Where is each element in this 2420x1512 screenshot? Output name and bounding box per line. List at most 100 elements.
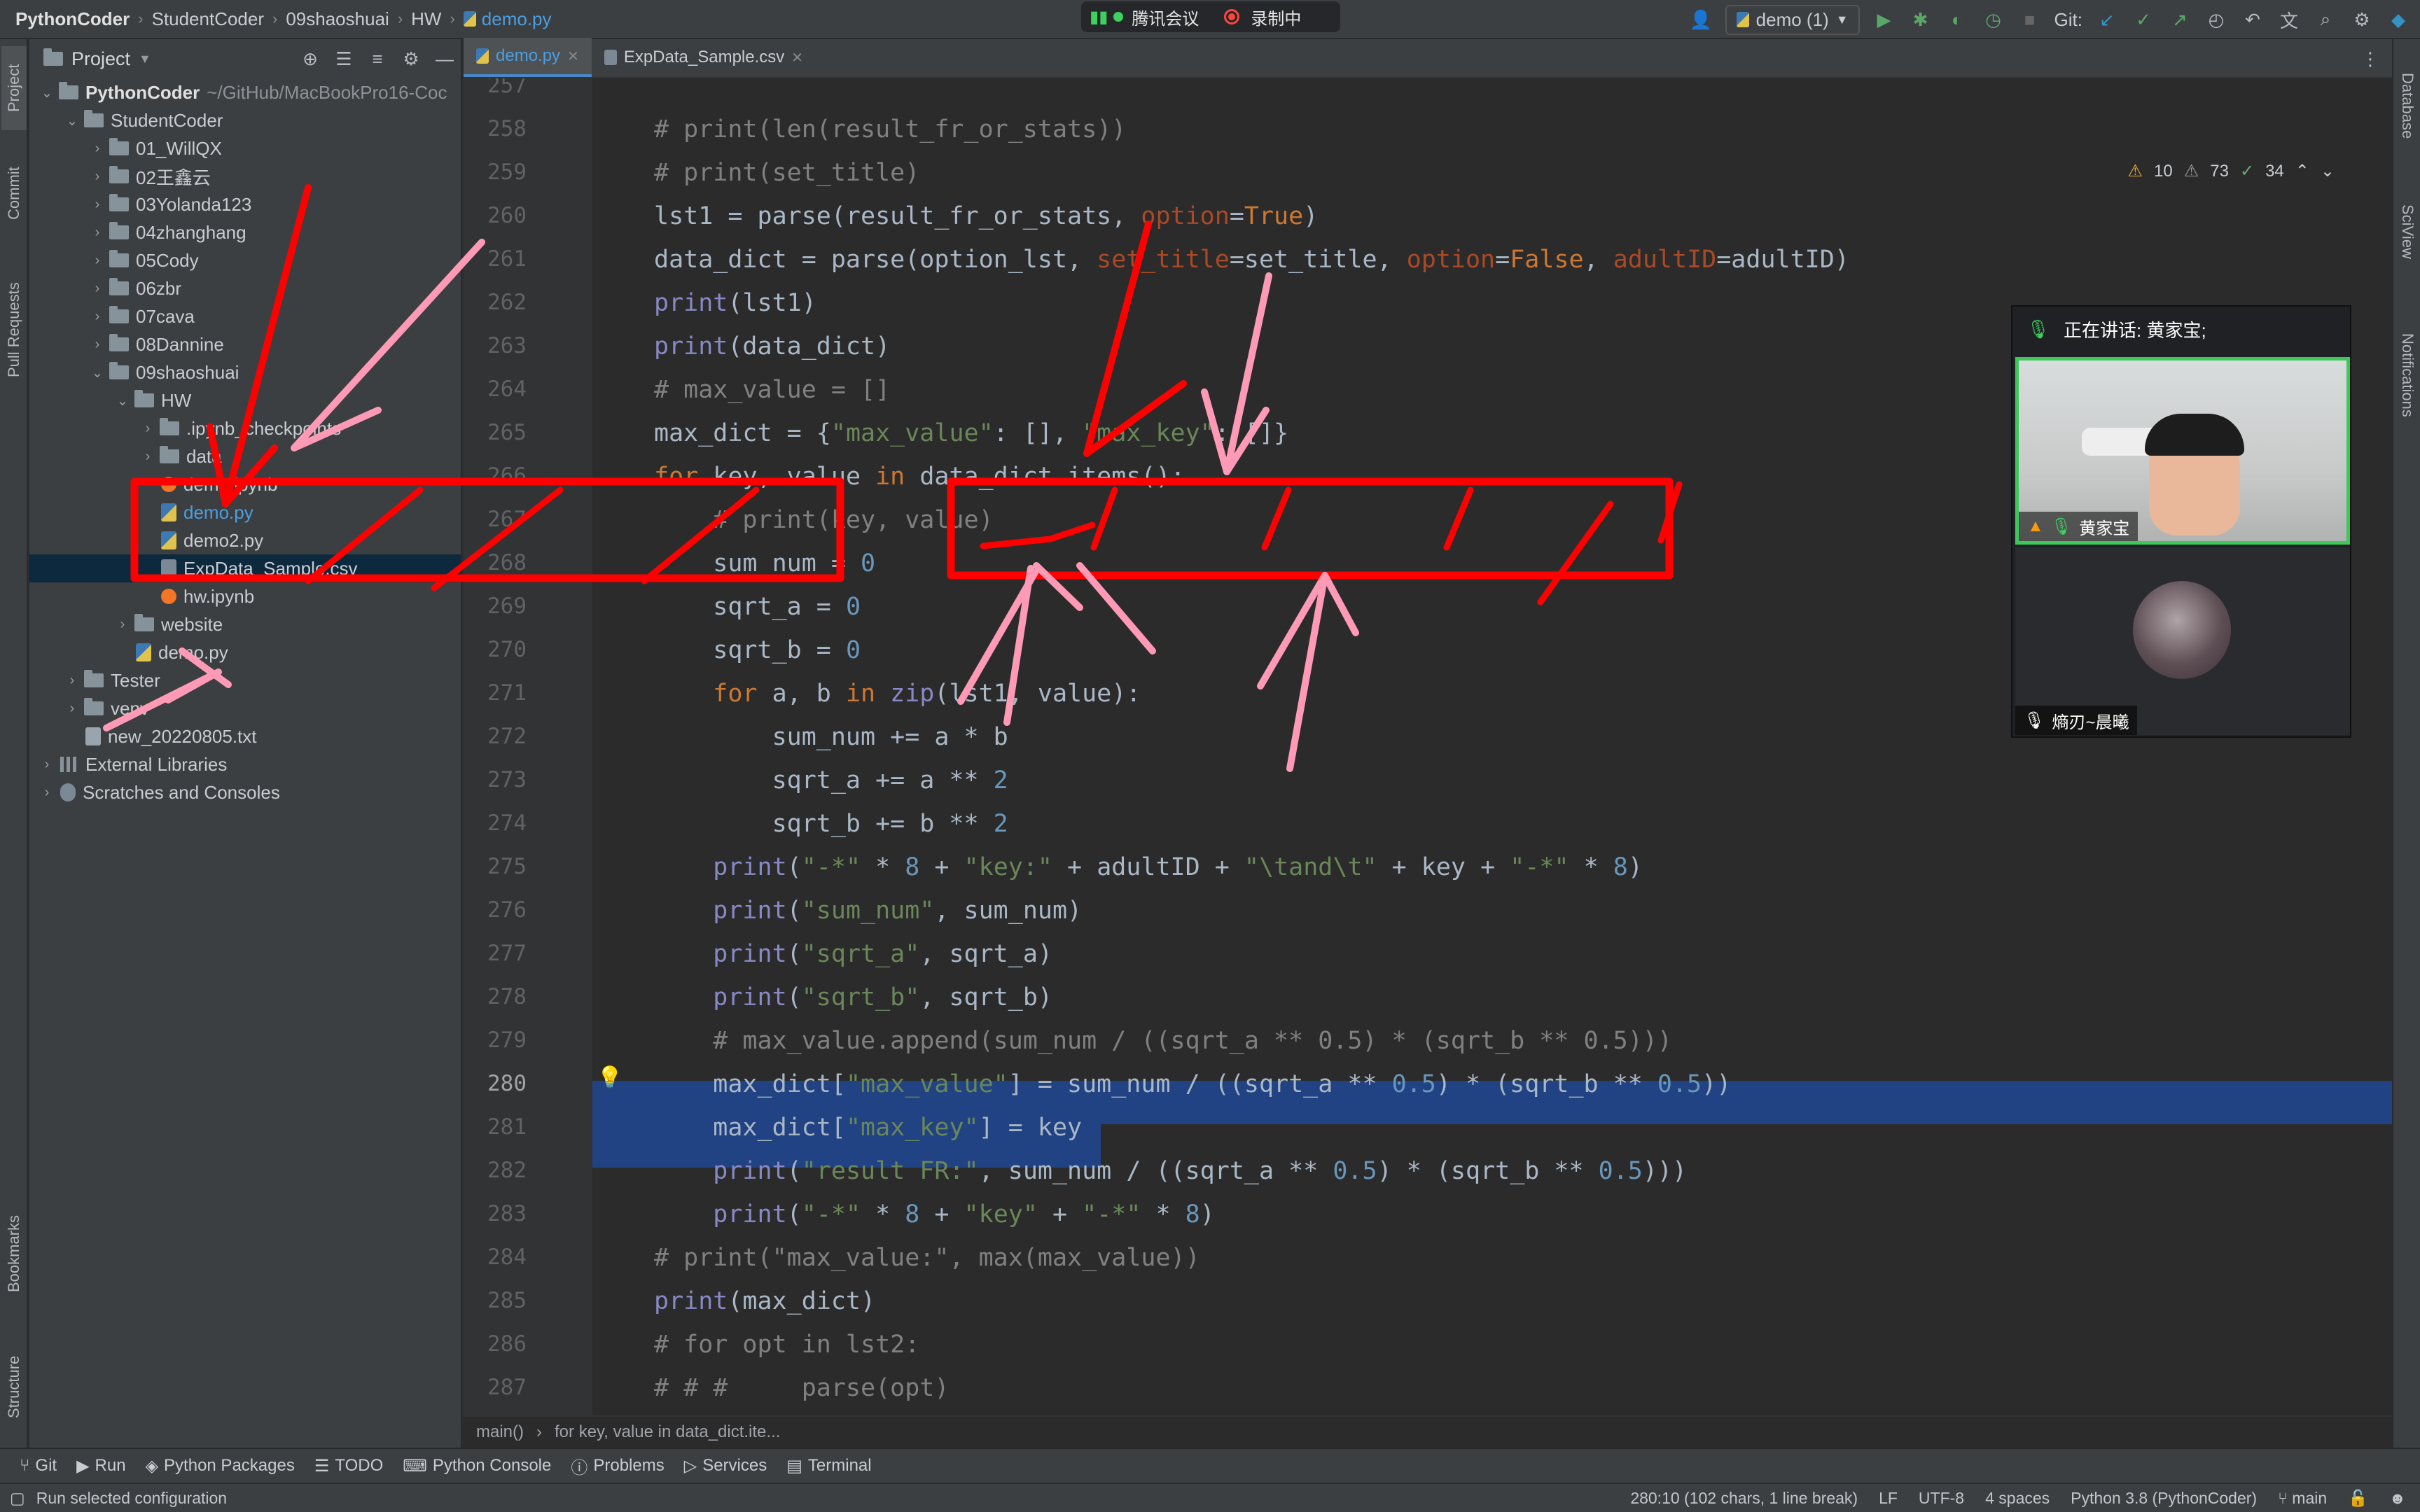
code-line[interactable]: # for opt in lst2: [654,1323,919,1366]
tool-services[interactable]: ▷ Services [684,1456,767,1476]
gear-icon[interactable]: ⚙ [2350,8,2374,31]
code-line[interactable]: sqrt_a = 0 [654,585,861,629]
tree-item[interactable]: › data [29,442,461,470]
tree-item[interactable]: › External Libraries [29,750,461,778]
python-interpreter[interactable]: Python 3.8 (PythonCoder) [2071,1489,2257,1508]
code-line[interactable]: # # # parse(opt) [654,1366,949,1410]
line-separator[interactable]: LF [1879,1489,1898,1508]
breadcrumb-item[interactable]: HW [411,8,441,30]
code-line[interactable]: print("-*" * 8 + "key" + "-*" * 8) [654,1193,1215,1236]
git-branch[interactable]: ⑂ main [2278,1489,2327,1508]
hide-icon[interactable]: — [433,47,457,71]
meeting-status-bar[interactable]: ▮▮ 腾讯会议 录制中 [1081,1,1340,32]
gear-icon[interactable]: ⚙ [399,47,423,71]
code-line[interactable]: sqrt_a += a ** 2 [654,759,1008,802]
ide-logo-icon[interactable]: ◆ [2386,8,2410,31]
tree-item[interactable]: › 05Cody [29,246,461,274]
breadcrumb-item[interactable]: 09shaoshuai [286,8,389,30]
tree-item[interactable]: demo.py [29,638,461,666]
tab-structure[interactable]: Structure [1,1334,27,1439]
code-line[interactable]: sum_num += a * b [654,715,1008,759]
coverage-icon[interactable]: ◐ [1945,8,1969,31]
tree-item[interactable]: hw.ipynb [29,582,461,610]
code-line[interactable]: print(max_dict) [654,1280,875,1323]
code-line[interactable]: sqrt_b += b ** 2 [654,802,1008,846]
tree-item[interactable]: › 03Yolanda123 [29,190,461,218]
code-line[interactable]: for a, b in zip(lst1, value): [654,672,1141,715]
code-line[interactable]: # print(key, value) [654,498,993,542]
tree-item[interactable]: ⌄ StudentCoder [29,106,461,134]
lightbulb-icon[interactable]: 💡 [597,1065,623,1089]
code-line[interactable]: # max_value = [] [654,368,890,412]
code-line[interactable]: data_dict = parse(option_lst, set_title=… [654,238,1849,281]
git-push-icon[interactable]: ↗ [2168,8,2192,31]
run-configuration-select[interactable]: demo (1) ▼ [1725,4,1860,35]
code-line[interactable]: # print(len(result_fr_or_stats)) [654,108,1126,151]
breadcrumb-item[interactable]: PythonCoder [15,8,130,30]
tree-item[interactable]: › Scratches and Consoles [29,778,461,806]
tree-item[interactable]: › website [29,610,461,638]
chevron-down-icon[interactable]: ▼ [139,52,151,66]
video-conference-panel[interactable]: 🎙 正在讲话: 黄家宝; ▲ 🎙 黄家宝 🎙 熵刃~晨曦 [2011,305,2351,738]
tool-problems[interactable]: ⓘ Problems [571,1454,664,1478]
tree-item[interactable]: › .ipynb_checkpoints [29,414,461,442]
tab-demo-py[interactable]: demo.py ✕ [464,38,592,77]
tab-notifications[interactable]: Notifications [2395,305,2420,445]
git-commit-icon[interactable]: ✓ [2132,8,2155,31]
tab-bookmarks[interactable]: Bookmarks [1,1201,27,1306]
status-square-icon[interactable]: ▢ [10,1489,25,1508]
git-update-icon[interactable]: ↙ [2095,8,2119,31]
tree-item[interactable]: demo2.py [29,526,461,554]
tool-todo[interactable]: ☰ TODO [314,1456,383,1476]
tab-expdata-csv[interactable]: ExpData_Sample.csv ✕ [592,38,816,77]
tree-item[interactable]: › Tester [29,666,461,694]
code-line[interactable]: max_dict = {"max_value": [], "max_key": … [654,412,1288,455]
file-encoding[interactable]: UTF-8 [1919,1489,1964,1508]
breadcrumb-item[interactable]: demo.py [482,8,552,30]
collapse-all-icon[interactable]: ≡ [366,47,389,71]
locate-icon[interactable]: ⊕ [298,47,322,71]
debug-icon[interactable]: ✱ [1909,8,1933,31]
chevron-down-icon[interactable]: ⌄ [2321,161,2335,181]
participant-video-2[interactable]: 🎙 熵刃~晨曦 [2015,547,2350,735]
stop-icon[interactable]: ■ [2018,8,2042,31]
tree-item[interactable]: › 07cava [29,302,461,330]
run-icon[interactable]: ▶ [1872,8,1896,31]
code-breadcrumb-item[interactable]: main() [476,1422,524,1442]
rollback-icon[interactable]: ↶ [2241,8,2265,31]
tree-item[interactable]: › 08Dannine [29,330,461,358]
tab-pull-requests[interactable]: Pull Requests [1,263,27,396]
code-line[interactable]: # max_value.append(sum_num / ((sqrt_a **… [654,1019,1672,1063]
profile-icon[interactable]: ◷ [1982,8,2005,31]
code-line[interactable]: for key, value in data_dict.items(): [654,455,1185,498]
caret-position[interactable]: 280:10 (102 chars, 1 line break) [1630,1489,1858,1508]
tool-git[interactable]: ⑂ Git [20,1456,57,1476]
participant-video-1[interactable]: ▲ 🎙 黄家宝 [2015,357,2350,545]
user-icon[interactable]: ☻ [2389,1489,2406,1508]
expand-all-icon[interactable]: ☰ [332,47,356,71]
breadcrumb-item[interactable]: StudentCoder [152,8,264,30]
close-icon[interactable]: ✕ [791,49,803,66]
code-line[interactable]: print("sqrt_b", sqrt_b) [654,976,1052,1019]
tree-item[interactable]: › 06zbr [29,274,461,302]
tree-item[interactable]: › 01_WillQX [29,134,461,162]
tree-item[interactable]: › 02王鑫云 [29,162,461,190]
inspection-widget[interactable]: ⚠ 10 ⚠ 73 ✓ 34 ⌃ ⌄ [2128,161,2335,181]
code-line[interactable]: # print(set_title) [654,151,919,195]
tree-item-selected[interactable]: ExpData_Sample.csv [29,554,461,582]
code-editor[interactable]: 257 258 259 260 261 262 263 264 265 266 … [464,78,2392,1415]
tab-sciview[interactable]: SciView [2395,186,2420,277]
tree-item[interactable]: › venv [29,694,461,722]
user-icon[interactable]: 👤 [1689,8,1713,31]
code-line[interactable]: max_dict["max_value"] = sum_num / ((sqrt… [654,1063,1731,1106]
code-line[interactable]: print("sum_num", sum_num) [654,889,1082,932]
tab-project[interactable]: Project [1,46,27,130]
project-panel-title[interactable]: Project [71,48,130,70]
tool-run[interactable]: ▶ Run [76,1456,126,1476]
code-line[interactable]: sum_num = 0 [654,542,875,585]
code-breadcrumb-item[interactable]: for key, value in data_dict.ite... [555,1422,780,1442]
tool-terminal[interactable]: ▤ Terminal [786,1456,871,1476]
tab-commit[interactable]: Commit [1,151,27,235]
code-line[interactable]: print(lst1) [654,281,816,325]
more-icon[interactable]: ⋮ [2358,47,2382,71]
